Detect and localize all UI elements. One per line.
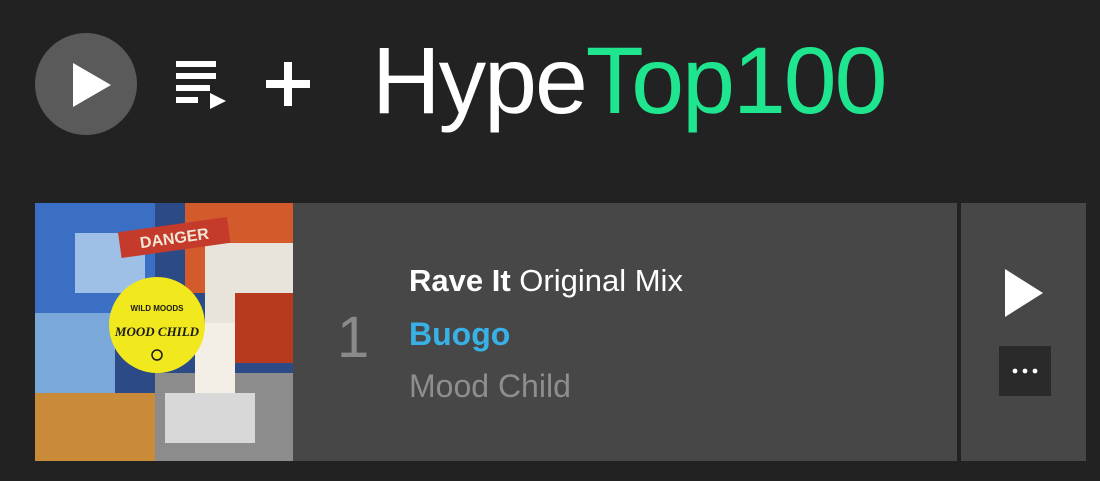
add-to-queue-button[interactable] (172, 57, 232, 111)
plus-icon (266, 62, 310, 106)
title-top100: Top100 (585, 28, 888, 134)
play-icon (73, 63, 111, 107)
page-title: HypeTop100 (372, 26, 888, 136)
add-to-queue-icon (176, 61, 226, 109)
artwork-mood-child-text: MOOD CHILD (114, 324, 200, 339)
track-row: DANGER WILD MOODS MOOD CHILD 1 Rave It O… (35, 203, 1086, 461)
release-artwork[interactable]: DANGER WILD MOODS MOOD CHILD (35, 203, 293, 461)
play-all-button[interactable] (35, 33, 137, 135)
title-hype: Hype (372, 28, 588, 134)
track-artist-link[interactable]: Buogo (409, 313, 510, 355)
play-icon (1005, 269, 1043, 317)
add-to-playlist-button[interactable] (262, 58, 314, 110)
artwork-collage-image: DANGER WILD MOODS MOOD CHILD (35, 203, 293, 461)
track-actions (961, 203, 1086, 461)
more-options-button[interactable] (999, 346, 1051, 396)
track-mix: Original Mix (519, 263, 683, 298)
track-play-button[interactable] (1001, 265, 1047, 321)
hype-top100-page: HypeTop100 DANGER WILD MOODS MOOD CHILD … (0, 0, 1100, 481)
more-options-icon (1012, 368, 1038, 374)
track-name: Rave It (409, 263, 511, 298)
track-info[interactable]: 1 Rave It Original Mix Buogo Mood Child (293, 203, 957, 461)
track-label-link[interactable]: Mood Child (409, 365, 571, 407)
track-rank: 1 (337, 305, 370, 370)
track-title[interactable]: Rave It Original Mix (409, 261, 683, 301)
chart-header: HypeTop100 (0, 0, 1100, 170)
artwork-wild-moods-text: WILD MOODS (131, 304, 185, 313)
